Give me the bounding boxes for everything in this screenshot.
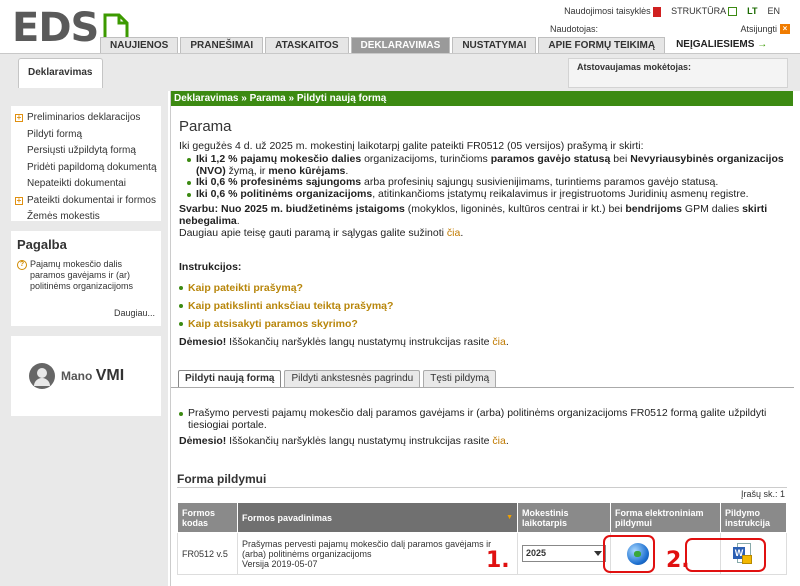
- highlight-eform: [603, 535, 655, 573]
- main-nav: NAUJIENOS PRANEŠIMAI ATASKAITOS DEKLARAV…: [100, 37, 777, 53]
- col-header-eform[interactable]: Forma elektroniniam pildymui: [610, 502, 721, 533]
- lang-lt[interactable]: LT: [747, 6, 757, 16]
- section-divider: [177, 487, 787, 488]
- tab-content: Prašymo pervesti pajamų mokesčio dalį pa…: [179, 406, 784, 447]
- table-header-row: Formos kodas Formos pavadinimas ▼ Mokesti…: [177, 502, 787, 533]
- page-title: Parama: [179, 118, 232, 135]
- tab-testi-pildyma[interactable]: Tęsti pildymą: [423, 370, 497, 387]
- form-section-title: Forma pildymui: [177, 472, 267, 486]
- sidebar-item-pildyti[interactable]: Pildyti formą: [27, 127, 161, 144]
- list-item: Iki 0,6 % politinėms organizacijoms, ati…: [187, 188, 785, 201]
- attention-note-2: Dėmesio! Iššokančių naršyklės langų nust…: [179, 435, 509, 447]
- nav-deklaravimas[interactable]: DEKLARAVIMAS: [350, 37, 451, 53]
- list-item: Iki 1,2 % pajamų mokesčio dalies organiz…: [187, 153, 785, 177]
- eds-logo[interactable]: EDS: [12, 8, 99, 48]
- nav-ataskaitos[interactable]: ATASKAITOS: [265, 37, 349, 53]
- sidebar-item-nepateikti[interactable]: Nepateikti dokumentai: [27, 176, 161, 193]
- col-header-period[interactable]: Mokestinis laikotarpis: [517, 502, 611, 533]
- help-more-link[interactable]: Daugiau...: [114, 308, 155, 318]
- logout-link[interactable]: Atsijungti ×: [740, 24, 790, 34]
- list-item: Prašymo pervesti pajamų mokesčio dalį pa…: [179, 407, 784, 431]
- chevron-down-icon: [594, 551, 602, 556]
- represented-payer: Atstovaujamas mokėtojas:: [568, 58, 788, 88]
- nav-apie-formu-teikima[interactable]: APIE FORMŲ TEIKIMĄ: [538, 37, 666, 53]
- col-header-name[interactable]: Formos pavadinimas ▼: [237, 502, 518, 533]
- form-tabs: Pildyti naują formą Pildyti ankstesnės p…: [178, 370, 497, 387]
- subtab-deklaravimas[interactable]: Deklaravimas: [18, 58, 103, 88]
- cell-name: Prašymas pervesti pajamų mokesčio dalį p…: [237, 532, 518, 575]
- sidebar-item-prideti[interactable]: Pridėti papildomą dokumentą: [27, 160, 161, 177]
- top-links: Naudojimosi taisyklės STRUKTŪRA LT EN: [564, 6, 780, 17]
- guide-link[interactable]: Naudojimosi taisyklės: [564, 6, 662, 17]
- instr-link-submit[interactable]: Kaip pateikti prašymą?: [179, 279, 785, 297]
- col-header-code[interactable]: Formos kodas: [177, 502, 238, 533]
- instructions-title: Instrukcijos:: [179, 261, 242, 273]
- help-title: Pagalba: [17, 237, 67, 252]
- cell-code: FR0512 v.5: [177, 532, 238, 575]
- instr-link-correct[interactable]: Kaip patikslinti anksčiau teiktą prašymą…: [179, 297, 785, 315]
- cell-period: 2025: [517, 532, 611, 575]
- intro-text: Iki gegužės 4 d. už 2025 m. mokestinį la…: [179, 140, 644, 152]
- sidebar-item-persiusti[interactable]: Persiųsti užpildytą formą: [27, 143, 161, 160]
- period-select[interactable]: 2025: [522, 545, 606, 562]
- breadcrumb: Deklaravimas » Parama » Pildyti naują fo…: [171, 91, 793, 106]
- important-note: Svarbu: Nuo 2025 m. biudžetinėms įstaigo…: [179, 203, 768, 227]
- attention-link-2[interactable]: čia: [492, 435, 505, 447]
- help-question-link[interactable]: ? Pajamų mokesčio dalis paramos gavėjams…: [17, 259, 155, 292]
- sidebar-item-zemes[interactable]: Žemės mokestis: [27, 209, 161, 226]
- tab-divider: [171, 387, 794, 388]
- record-count: Įrašų sk.: 1: [740, 489, 785, 499]
- header: EDS Naudojimosi taisyklės STRUKTŪRA LT E…: [0, 0, 800, 56]
- sidebar-menu: + Preliminarios deklaracijos Pildyti for…: [11, 106, 161, 222]
- main-content: Deklaravimas » Parama » Pildyti naują fo…: [170, 91, 794, 586]
- tab-bullet-list: Prašymo pervesti pajamų mokesčio dalį pa…: [179, 407, 784, 431]
- col-header-instr[interactable]: Pildymo instrukcija: [720, 502, 787, 533]
- sidebar-item-preliminarios[interactable]: + Preliminarios deklaracijos: [15, 110, 161, 127]
- pdf-icon: [653, 6, 662, 17]
- sort-icon: ▼: [506, 513, 513, 521]
- attention-note: Dėmesio! Iššokančių naršyklės langų nust…: [179, 336, 509, 348]
- tree-icon: [728, 7, 738, 17]
- arrow-right-icon: →: [757, 39, 768, 50]
- nav-naujienos[interactable]: NAUJIENOS: [100, 37, 179, 53]
- question-icon: ?: [17, 260, 27, 270]
- nav-nustatymai[interactable]: NUSTATYMAI: [452, 37, 537, 53]
- attention-link[interactable]: čia: [492, 336, 505, 348]
- instr-link-cancel[interactable]: Kaip atsisakyti paramos skyrimo?: [179, 315, 785, 333]
- person-icon: [29, 363, 55, 389]
- allocation-list: Iki 1,2 % pajamų mokesčio dalies organiz…: [187, 153, 785, 201]
- expand-icon: +: [15, 113, 23, 122]
- tab-pildyti-ankstesnes[interactable]: Pildyti ankstesnės pagrindu: [284, 370, 421, 387]
- help-box: Pagalba ? Pajamų mokesčio dalis paramos …: [11, 231, 161, 326]
- mano-vmi-logo: Mano VMI: [61, 367, 125, 384]
- more-info-link[interactable]: čia: [447, 227, 460, 239]
- user-label: Naudotojas:: [550, 24, 599, 34]
- structure-link[interactable]: STRUKTŪRA: [671, 6, 738, 17]
- sidebar-item-pateikti[interactable]: + Pateikti dokumentai ir formos: [15, 193, 161, 210]
- nav-pranesimai[interactable]: PRANEŠIMAI: [180, 37, 264, 53]
- more-info: Daugiau apie teisę gauti paramą ir sąlyg…: [179, 227, 464, 239]
- nav-neigaliesiems[interactable]: NEĮGALIESIEMS →: [667, 37, 777, 53]
- highlight-period: [685, 538, 766, 572]
- annotation-1: 1.: [486, 548, 510, 573]
- tab-pildyti-nauja[interactable]: Pildyti naują formą: [178, 370, 282, 387]
- sidebar: + Preliminarios deklaracijos Pildyti for…: [0, 91, 168, 586]
- annotation-2: 2.: [666, 548, 690, 573]
- expand-icon: +: [15, 195, 23, 205]
- close-icon: ×: [780, 24, 790, 34]
- mano-vmi-banner[interactable]: Mano VMI: [11, 336, 161, 416]
- lang-en[interactable]: EN: [767, 6, 780, 16]
